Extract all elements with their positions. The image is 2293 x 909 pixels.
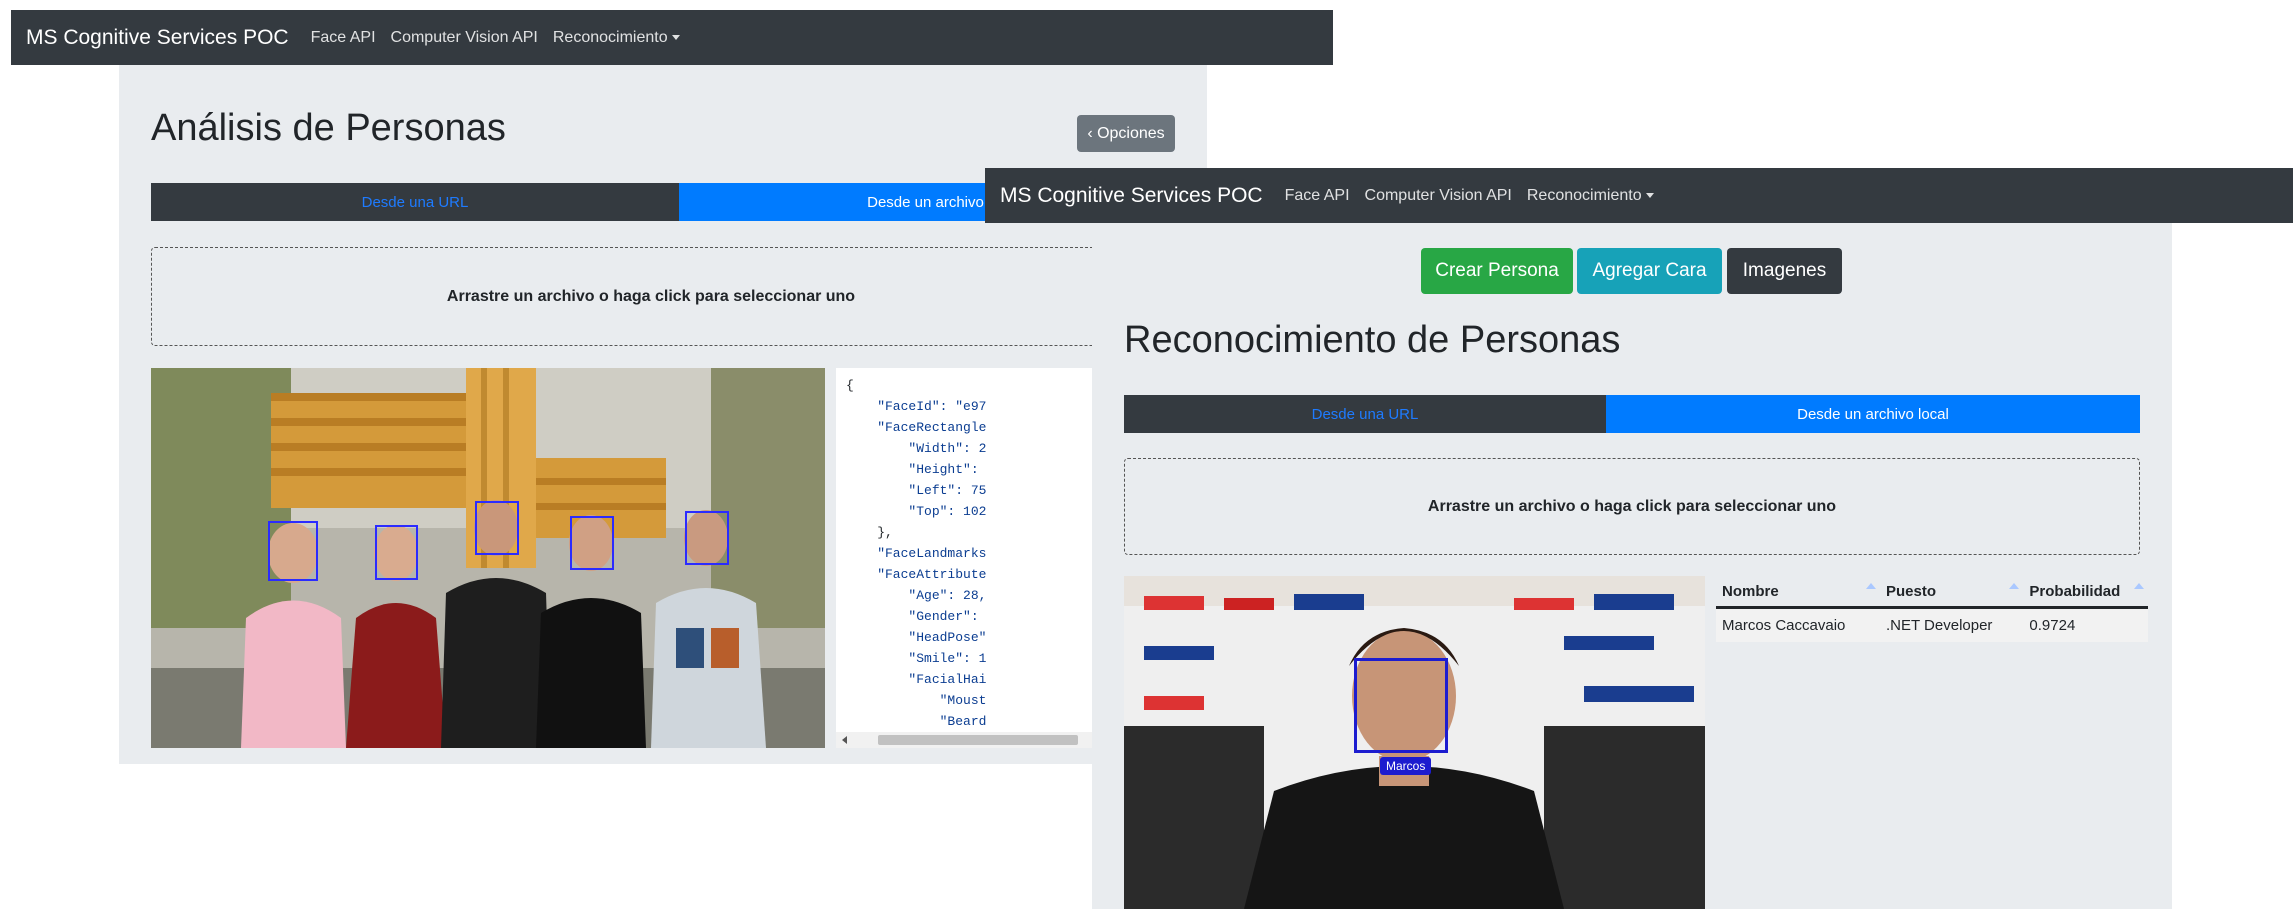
sort-icon [1865, 583, 1876, 589]
column-header-puesto[interactable]: Puesto [1879, 575, 2024, 609]
json-horizontal-scrollbar[interactable] [836, 732, 1117, 748]
left-tab-url[interactable]: Desde una URL [151, 183, 679, 221]
cell-nombre: Marcos Caccavaio [1716, 607, 1880, 642]
options-button[interactable]: ‹ Opciones [1077, 115, 1175, 152]
face-box-3 [475, 501, 519, 555]
images-button[interactable]: Imagenes [1727, 248, 1842, 294]
sort-icon [2009, 583, 2020, 589]
face-box-4 [570, 516, 614, 570]
right-dropzone[interactable]: Arrastre un archivo o haga click para se… [1124, 458, 2140, 555]
json-line: { [846, 378, 854, 393]
left-navbar: MS Cognitive Services POC Face API Compu… [11, 10, 1333, 65]
chevron-down-icon [671, 34, 680, 40]
left-nav-computer-vision[interactable]: Computer Vision API [391, 29, 538, 47]
right-tabs: Desde una URL Desde un archivo local [1124, 395, 2140, 433]
json-line: "FaceId": "e97 [846, 399, 987, 414]
column-header-nombre[interactable]: Nombre [1716, 575, 1880, 609]
sort-icon [2134, 583, 2144, 589]
left-nav-reconocimiento[interactable]: Reconocimiento [553, 29, 680, 47]
results-table: Nombre Puesto Probabilidad Marcos Caccav… [1716, 575, 2148, 642]
left-dropzone[interactable]: Arrastre un archivo o haga click para se… [151, 247, 1151, 346]
portrait-photo: Marcos [1124, 576, 1705, 909]
right-tab-local-file[interactable]: Desde un archivo local [1606, 395, 2140, 433]
recognized-face-label: Marcos [1380, 757, 1432, 775]
json-line: "FaceAttribute [846, 567, 987, 582]
right-nav-reconocimiento[interactable]: Reconocimiento [1527, 187, 1654, 205]
face-json-output: { "FaceId": "e97 "FaceRectangle "Width":… [836, 368, 1117, 748]
right-tab-url[interactable]: Desde una URL [1124, 395, 1606, 433]
recognized-face-box [1354, 658, 1448, 753]
left-nav-face-api[interactable]: Face API [311, 29, 376, 47]
column-header-probabilidad-label: Probabilidad [2029, 583, 2121, 600]
left-nav-reconocimiento-label: Reconocimiento [552, 28, 668, 46]
column-header-nombre-label: Nombre [1722, 583, 1779, 600]
face-box-1 [268, 521, 318, 581]
cell-puesto: .NET Developer [1879, 607, 2024, 642]
json-line: "Smile": 1 [846, 651, 987, 666]
json-line: "FacialHai [846, 672, 987, 687]
json-line: "HeadPose" [846, 630, 987, 645]
right-nav-computer-vision[interactable]: Computer Vision API [1365, 187, 1512, 205]
json-line: "FaceRectangle [846, 420, 987, 435]
left-page-title: Análisis de Personas [151, 107, 506, 149]
json-line: "Gender": [846, 609, 979, 624]
right-navbar-brand[interactable]: MS Cognitive Services POC [1000, 184, 1263, 208]
json-line: "Left": 75 [846, 483, 987, 498]
json-line: "Width": 2 [846, 441, 987, 456]
scroll-left-arrow-icon[interactable] [842, 736, 847, 744]
json-line: "Height": [846, 462, 979, 477]
right-navbar: MS Cognitive Services POC Face API Compu… [985, 168, 2293, 223]
cell-probabilidad: 0.9724 [2023, 607, 2148, 642]
right-nav-face-api[interactable]: Face API [1285, 187, 1350, 205]
right-panel: Crear Persona Agregar Cara Imagenes Reco… [1092, 223, 2172, 909]
scrollbar-thumb[interactable] [878, 735, 1078, 745]
column-header-probabilidad[interactable]: Probabilidad [2023, 575, 2148, 609]
table-row[interactable]: Marcos Caccavaio .NET Developer 0.9724 [1716, 607, 2148, 642]
column-header-puesto-label: Puesto [1885, 583, 1936, 600]
json-line: }, [846, 525, 893, 540]
right-nav-reconocimiento-label: Reconocimiento [1526, 186, 1642, 204]
results-header-row: Nombre Puesto Probabilidad [1716, 575, 2148, 609]
json-line: "Age": 28, [846, 588, 987, 603]
right-page-title: Reconocimiento de Personas [1124, 319, 1621, 361]
json-line: "Beard [846, 714, 987, 729]
face-box-5 [685, 511, 729, 565]
face-box-2 [375, 525, 418, 580]
add-face-button[interactable]: Agregar Cara [1577, 248, 1722, 294]
chevron-down-icon [1645, 192, 1654, 198]
json-line: "FaceLandmarks [846, 546, 987, 561]
group-photo [151, 368, 825, 748]
json-line: "Moust [846, 693, 987, 708]
left-navbar-brand[interactable]: MS Cognitive Services POC [26, 26, 289, 50]
json-line: "Top": 102 [846, 504, 987, 519]
create-person-button[interactable]: Crear Persona [1421, 248, 1573, 294]
